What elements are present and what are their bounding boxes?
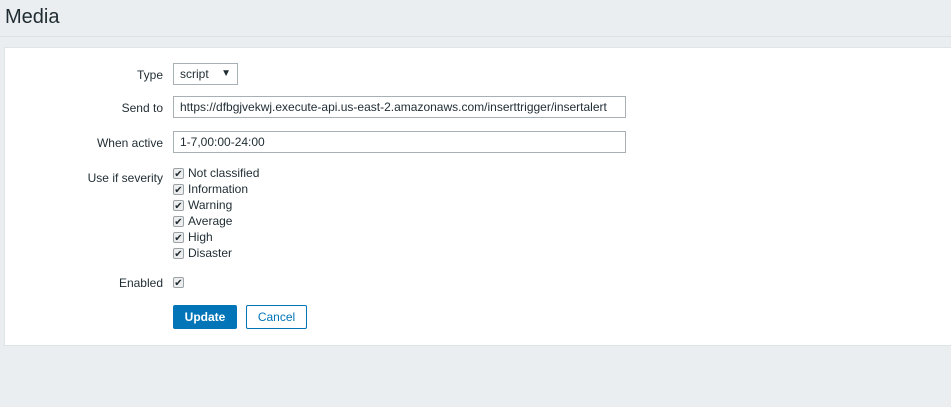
- severity-option-label: Information: [188, 182, 249, 196]
- checkmark-icon: ✔: [173, 167, 184, 180]
- type-select[interactable]: script ▼: [173, 63, 238, 85]
- cancel-button[interactable]: Cancel: [246, 305, 307, 329]
- divider: [0, 36, 951, 37]
- send-to-label: Send to: [121, 101, 163, 115]
- type-value: script: [180, 67, 209, 81]
- type-label: Type: [136, 68, 163, 82]
- severity-option-label: Average: [188, 214, 233, 228]
- send-to-input[interactable]: https://dfbgjvekwj.execute-api.us-east-2…: [173, 96, 626, 118]
- checkmark-icon: ✔: [173, 276, 184, 289]
- severity-checkbox[interactable]: ✔ Average: [173, 213, 232, 229]
- severity-checkbox[interactable]: ✔ Not classified: [173, 165, 259, 181]
- severity-option-label: High: [188, 230, 213, 244]
- severity-option-label: Warning: [188, 198, 233, 212]
- enabled-label: Enabled: [118, 276, 163, 290]
- severity-checkbox[interactable]: ✔ High: [173, 229, 213, 245]
- media-form-panel: [4, 47, 951, 346]
- checkmark-icon: ✔: [173, 199, 184, 212]
- severity-option-label: Not classified: [188, 166, 260, 180]
- enabled-checkbox[interactable]: ✔: [173, 274, 188, 290]
- checkmark-icon: ✔: [173, 247, 184, 260]
- severity-checkbox[interactable]: ✔ Disaster: [173, 245, 232, 261]
- page-title: Media: [5, 6, 60, 28]
- update-button[interactable]: Update: [173, 305, 237, 329]
- checkmark-icon: ✔: [173, 215, 184, 228]
- severity-label: Use if severity: [87, 171, 163, 185]
- dropdown-arrow-icon: ▼: [221, 68, 231, 79]
- when-active-label: When active: [96, 136, 163, 150]
- when-active-input[interactable]: 1-7,00:00-24:00: [173, 131, 626, 153]
- severity-option-label: Disaster: [188, 246, 233, 260]
- severity-checkbox[interactable]: ✔ Warning: [173, 197, 232, 213]
- severity-checkbox[interactable]: ✔ Information: [173, 181, 248, 197]
- checkmark-icon: ✔: [173, 231, 184, 244]
- checkmark-icon: ✔: [173, 183, 184, 196]
